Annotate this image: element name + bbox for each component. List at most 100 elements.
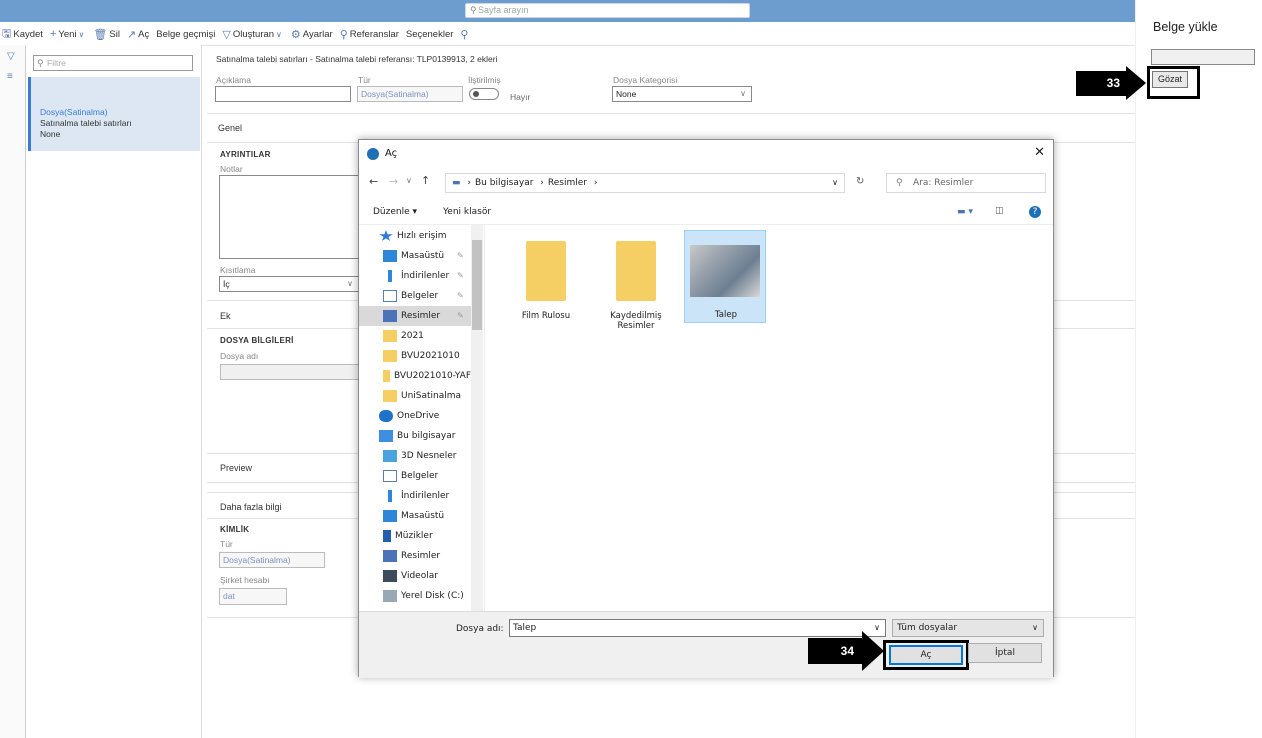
options-button[interactable]: Seçenekler	[406, 29, 454, 40]
notes-field[interactable]	[219, 175, 359, 259]
section-general[interactable]: Genel	[218, 123, 242, 133]
open-button[interactable]: Aç	[889, 645, 963, 665]
tree-item[interactable]: 2021	[359, 326, 471, 346]
organize-label: Düzenle	[373, 207, 410, 217]
file-type-select[interactable]: Tüm dosyalar ∨	[892, 619, 1044, 637]
list-item-selected[interactable]: Dosya(Satinalma) Satınalma talebi satırl…	[28, 77, 200, 151]
save-label: Kaydet	[13, 28, 43, 40]
restriction-select[interactable]: İç ∨	[219, 276, 359, 292]
tree-item[interactable]: BVU2021010-YAF	[359, 366, 471, 386]
back-icon[interactable]: ←	[369, 175, 378, 188]
open-button[interactable]: ↗ Aç	[127, 28, 149, 41]
pin-icon[interactable]: ✎	[457, 286, 464, 306]
delete-button[interactable]: 🗑 Sil	[93, 28, 120, 41]
tree-item[interactable]: Masaüstü	[359, 506, 471, 526]
pin-icon[interactable]: ✎	[457, 246, 464, 266]
view-icon[interactable]: ▬ ▾	[957, 207, 973, 217]
refresh-icon[interactable]: ↻	[856, 176, 864, 187]
close-icon[interactable]: ✕	[1034, 145, 1045, 160]
tree-item-label: BVU2021010	[401, 351, 460, 361]
file-name: Talep	[715, 310, 737, 320]
tree-item[interactable]: Bu bilgisayar	[359, 426, 471, 446]
tree-item[interactable]: 3D Nesneler	[359, 446, 471, 466]
tree-item[interactable]: Yerel Disk (C:)	[359, 586, 471, 606]
tree-item-label: UniSatinalma	[401, 391, 462, 401]
section-more-info[interactable]: Daha fazla bilgi	[220, 502, 282, 512]
cancel-button[interactable]: İptal	[968, 643, 1042, 663]
page-search-input[interactable]: ⚲ Sayfa arayın	[465, 3, 750, 18]
tree-item-label: Videolar	[401, 571, 438, 581]
toggle-knob	[473, 91, 479, 97]
up-icon[interactable]: ↑	[421, 174, 430, 187]
upload-title: Belge yükle	[1153, 20, 1218, 34]
filename-field	[220, 364, 360, 380]
created-by-button[interactable]: ▽ Oluşturan ∨	[222, 28, 284, 41]
attached-toggle[interactable]	[469, 88, 499, 100]
folder-icon	[383, 390, 397, 402]
tree-item[interactable]: İndirilenler	[359, 486, 471, 506]
list-icon[interactable]: ≡	[7, 71, 13, 82]
file-item-talep[interactable]: Talep	[684, 230, 766, 323]
tree-item[interactable]: Resimler ✎	[359, 306, 471, 326]
created-label: Oluşturan	[232, 28, 275, 40]
music-icon	[383, 530, 391, 542]
gear-icon: ⚙	[290, 28, 301, 41]
history-button[interactable]: Belge geçmişi	[156, 29, 215, 40]
forward-icon[interactable]: →	[389, 175, 398, 188]
tree-item[interactable]: Masaüstü ✎	[359, 246, 471, 266]
filename-label: Dosya adı	[220, 351, 259, 361]
folder-search-input[interactable]: ⚲ Ara: Resimler	[886, 173, 1046, 193]
organize-button[interactable]: Düzenle ▾	[373, 207, 417, 217]
filter-placeholder: Filtre	[47, 58, 66, 68]
dialog-footer: Dosya adı: Talep ∨ Tüm dosyalar ∨ Aç İpt…	[359, 611, 1053, 678]
file-item-film-rulosu[interactable]: Film Rulosu	[505, 233, 587, 323]
tree-item[interactable]: Belgeler	[359, 466, 471, 486]
notes-label: Notlar	[220, 164, 243, 174]
chevron-down-icon[interactable]: ∨	[832, 174, 838, 192]
chevron-down-icon: ∨	[78, 29, 85, 39]
attached-value: Hayır	[510, 92, 531, 102]
new-button[interactable]: + Yeni ∨	[50, 28, 86, 40]
path-pictures[interactable]: Resimler	[548, 178, 587, 188]
tree-item[interactable]: OneDrive	[359, 406, 471, 426]
section-preview[interactable]: Preview	[220, 463, 252, 473]
filter-input[interactable]: ⚲ Filtre	[33, 55, 193, 71]
tree-item-label: Belgeler	[401, 291, 439, 301]
browse-button[interactable]: Gözat	[1152, 71, 1188, 88]
upload-file-field[interactable]	[1151, 49, 1255, 65]
tree-item[interactable]: Resimler	[359, 546, 471, 566]
chevron-down-icon: ∨	[347, 279, 353, 288]
tree-item[interactable]: Belgeler ✎	[359, 286, 471, 306]
description-field[interactable]	[215, 86, 351, 102]
filter-icon[interactable]: ▽	[7, 51, 15, 62]
tree-item[interactable]: Videolar	[359, 566, 471, 586]
category-select[interactable]: None ∨	[612, 86, 752, 102]
recent-chevron-icon[interactable]: ∨	[406, 176, 412, 185]
pin-icon[interactable]: ✎	[457, 306, 464, 326]
toolbar-search-button[interactable]: ⚲	[460, 28, 470, 41]
address-bar[interactable]: ▬ › Bu bilgisayar › Resimler › ∨	[445, 173, 845, 193]
open-file-dialog: Aç ✕ ← → ∨ ↑ ▬ › Bu bilgisayar › Resimler …	[358, 139, 1054, 678]
help-icon[interactable]: ?	[1029, 206, 1041, 218]
section-attachment[interactable]: Ek	[220, 311, 231, 321]
category-label: Dosya Kategorisi	[613, 75, 678, 85]
file-item-kaydedilmis-resimler[interactable]: Kaydedilmiş Resimler	[595, 233, 677, 333]
tree-item[interactable]: UniSatinalma	[359, 386, 471, 406]
path-computer[interactable]: Bu bilgisayar	[475, 178, 533, 188]
tree-item[interactable]: Hızlı erişim	[359, 226, 471, 246]
tree-item-label: Müzikler	[395, 531, 433, 541]
tree-item[interactable]: Müzikler	[359, 526, 471, 546]
chevron-down-icon: ∨	[276, 29, 282, 39]
settings-button[interactable]: ⚙ Ayarlar	[291, 28, 333, 41]
tree-item[interactable]: BVU2021010	[359, 346, 471, 366]
new-folder-button[interactable]: Yeni klasör	[443, 207, 491, 217]
command-bar: Düzenle ▾ Yeni klasör ▬ ▾ ◫ ?	[359, 202, 1053, 225]
tree-item-label: Resimler	[401, 551, 441, 561]
preview-pane-icon[interactable]: ◫	[995, 206, 1004, 216]
tree-scrollbar-thumb[interactable]	[472, 240, 482, 330]
options-label: Seçenekler	[405, 28, 454, 40]
pin-icon[interactable]: ✎	[457, 266, 464, 286]
tree-item[interactable]: İndirilenler ✎	[359, 266, 471, 286]
references-button[interactable]: ⚲ Referanslar	[340, 28, 399, 41]
save-button[interactable]: 🖫 Kaydet	[2, 25, 43, 44]
